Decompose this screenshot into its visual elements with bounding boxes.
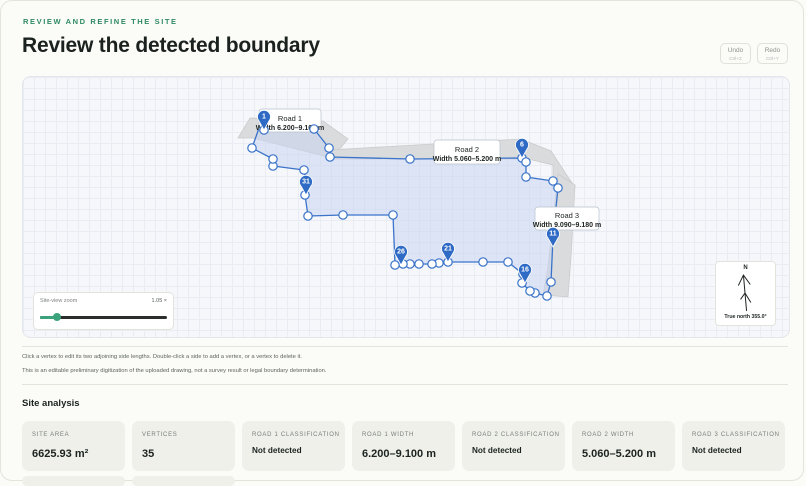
step-eyebrow: REVIEW AND REFINE THE SITE: [23, 17, 178, 26]
marker-number: 16: [521, 267, 529, 274]
analysis-card-partial: [132, 476, 235, 486]
road-2-label: Road 2 Width 5.060–5.200 m: [433, 139, 501, 165]
disclaimer-text: This is an editable preliminary digitiza…: [22, 368, 327, 374]
card-label: ROAD 3 CLASSIFICATION: [692, 432, 780, 438]
road-2-width-card: ROAD 2 WIDTH 5.060–5.200 m: [572, 421, 675, 471]
vertex-handle[interactable]: [247, 143, 257, 153]
marker-number: 21: [444, 246, 452, 253]
north-arrow-icon: [737, 274, 752, 311]
edit-instructions: Click a vertex to edit its two adjoining…: [22, 354, 303, 360]
divider: [22, 346, 788, 347]
card-value: Not detected: [692, 446, 742, 455]
site-area-card: SITE AREA 6625.93 m²: [22, 421, 125, 471]
road-2-classification-card: ROAD 2 CLASSIFICATION Not detected: [462, 421, 565, 471]
road-3-width: Width 9.090–9.180 m: [533, 222, 601, 229]
road-3-label: Road 3 Width 9.090–9.180 m: [533, 206, 601, 231]
road-1-classification-card: ROAD 1 CLASSIFICATION Not detected: [242, 421, 345, 471]
undo-label: Undo: [727, 47, 744, 54]
divider: [22, 384, 788, 385]
vertex-handle[interactable]: [388, 210, 398, 220]
marker-number: 11: [549, 231, 557, 238]
vertex-handle[interactable]: [542, 291, 552, 301]
vertex-handle[interactable]: [546, 277, 556, 287]
compass-north-letter: N: [743, 265, 748, 271]
vertex-handle[interactable]: [521, 172, 531, 182]
analysis-card-partial: [22, 476, 125, 486]
card-value: Not detected: [472, 446, 522, 455]
zoom-slider[interactable]: [40, 313, 167, 321]
vertex-handle[interactable]: [338, 210, 348, 220]
vertex-handle[interactable]: [503, 257, 513, 267]
zoom-panel: Site-view zoom 1.05 ×: [33, 292, 174, 330]
zoom-value: 1.05 ×: [151, 298, 167, 304]
page-title: Review the detected boundary: [22, 34, 320, 57]
vertex-handle[interactable]: [268, 154, 278, 164]
marker-number: 1: [262, 114, 266, 121]
road-1-name: Road 1: [278, 114, 302, 123]
card-label: ROAD 1 CLASSIFICATION: [252, 432, 340, 438]
vertices-card: VERTICES 35: [132, 421, 235, 471]
redo-button[interactable]: Redo Ctrl+Y: [757, 43, 788, 64]
north-compass: N True north 355.0°: [715, 261, 776, 326]
road-3-classification-card: ROAD 3 CLASSIFICATION Not detected: [682, 421, 785, 471]
vertex-handle[interactable]: [427, 259, 437, 269]
card-value: 6625.93 m²: [32, 448, 89, 460]
vertex-handle[interactable]: [405, 154, 415, 164]
vertex-handle[interactable]: [309, 124, 319, 134]
marker-number: 26: [397, 249, 405, 256]
card-value: 35: [142, 448, 155, 460]
marker-number: 6: [520, 142, 524, 149]
site-map-canvas[interactable]: Road 1 Width 6.200–9.100 m Road 2 Width …: [22, 76, 790, 338]
road-1-width-card: ROAD 1 WIDTH 6.200–9.100 m: [352, 421, 455, 471]
undo-shortcut: Ctrl+Z: [729, 56, 742, 61]
card-label: ROAD 1 WIDTH: [362, 432, 415, 438]
vertex-handle[interactable]: [414, 259, 424, 269]
zoom-label: Site-view zoom: [40, 298, 78, 304]
vertex-handle[interactable]: [325, 152, 335, 162]
card-value: 5.060–5.200 m: [582, 448, 657, 460]
road-3-name: Road 3: [555, 211, 579, 220]
zoom-slider-thumb[interactable]: [52, 313, 61, 321]
card-value: Not detected: [252, 446, 302, 455]
road-2-width: Width 5.060–5.200 m: [433, 156, 501, 163]
vertex-handle[interactable]: [390, 260, 400, 270]
card-label: ROAD 2 CLASSIFICATION: [472, 432, 560, 438]
card-label: SITE AREA: [32, 432, 70, 438]
card-label: VERTICES: [142, 432, 178, 438]
card-label: ROAD 2 WIDTH: [582, 432, 635, 438]
vertex-handle[interactable]: [478, 257, 488, 267]
vertex-handle[interactable]: [521, 157, 531, 167]
marker-number: 31: [302, 179, 310, 186]
vertex-handle[interactable]: [553, 183, 563, 193]
card-value: 6.200–9.100 m: [362, 448, 437, 460]
vertex-handle[interactable]: [525, 286, 535, 296]
redo-shortcut: Ctrl+Y: [766, 56, 779, 61]
vertex-handle[interactable]: [299, 165, 309, 175]
redo-label: Redo: [764, 47, 781, 54]
site-analysis-heading: Site analysis: [22, 398, 80, 409]
vertex-handle[interactable]: [303, 211, 313, 221]
vertex-handle[interactable]: [324, 143, 334, 153]
compass-caption: True north 355.0°: [724, 314, 767, 320]
undo-button[interactable]: Undo Ctrl+Z: [720, 43, 751, 64]
road-2-name: Road 2: [455, 145, 479, 154]
